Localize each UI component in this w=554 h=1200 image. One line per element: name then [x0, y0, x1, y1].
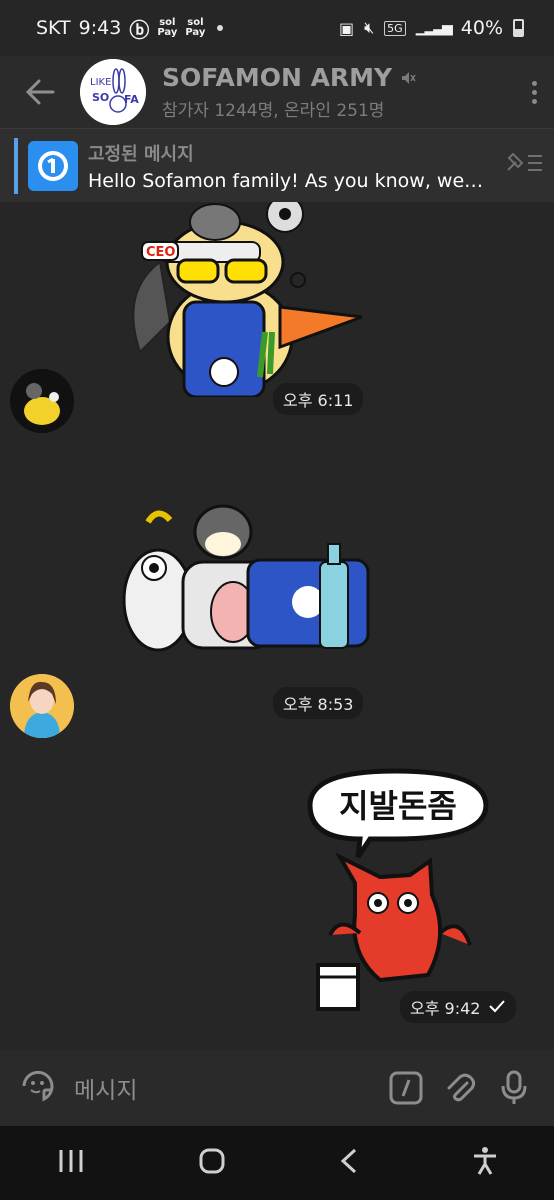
paperclip-icon[interactable] [440, 1068, 480, 1108]
pinned-message-text: Hello Sofamon family! As you know, we’… [88, 169, 488, 192]
battery-saver-icon: ▣ [338, 18, 355, 38]
pinned-message-bar[interactable]: 고정된 메시지 Hello Sofamon family! As you kno… [0, 128, 554, 202]
sender-avatar[interactable] [10, 674, 74, 738]
status-bar: SKT 9:43 ⓑ sol Pay sol Pay ▣ 🔇︎ 5G ▁▂▃▅ 40… [0, 0, 554, 56]
sol-pay-icon-a: sol Pay [157, 17, 178, 38]
message-composer: 메시지 [0, 1050, 554, 1126]
sticker-red-devil[interactable]: 지발돈좀 [300, 765, 495, 1015]
read-check-icon [488, 998, 506, 1017]
accessibility-icon[interactable] [472, 1146, 498, 1180]
pinned-label: 고정된 메시지 [88, 143, 194, 165]
signal-icon: ▁▂▃▅ [415, 20, 453, 36]
b-app-icon: ⓑ [129, 17, 150, 42]
network-label: 5G [384, 20, 406, 36]
svg-text:CEO: CEO [146, 245, 175, 260]
sol-pay-icon-b: sol Pay [185, 17, 206, 38]
silent-icon: 🔇︎ [364, 18, 375, 37]
sticker-ceo-bunny[interactable]: CEO [100, 195, 370, 399]
notification-dot-icon [217, 25, 224, 31]
battery-percent: 40% [460, 17, 503, 39]
sender-avatar[interactable] [10, 369, 74, 433]
carrier-label: SKT [36, 17, 71, 39]
pinned-accent-bar [14, 137, 18, 194]
clock: 9:43 [78, 17, 122, 39]
message-time-outgoing: 오후 9:42 [400, 991, 517, 1023]
back-arrow-icon[interactable] [0, 79, 80, 105]
mute-icon [400, 63, 416, 92]
chat-subtitle: 참가자 1244명, 온라인 251명 [162, 101, 385, 121]
message-input[interactable]: 메시지 [74, 1071, 372, 1105]
message-time: 오후 8:53 [273, 687, 364, 719]
battery-icon [513, 19, 524, 37]
svg-text:LIKE: LIKE [90, 77, 111, 88]
more-vertical-icon[interactable] [514, 80, 554, 104]
microphone-icon[interactable] [494, 1068, 534, 1108]
system-navigation-bar [0, 1126, 554, 1200]
command-icon[interactable] [386, 1068, 426, 1108]
chat-title[interactable]: SOFAMON ARMY [162, 63, 392, 92]
chat-header: LIKE SO FA SOFAMON ARMY 참가자 1244명, 온라인 2… [0, 56, 554, 128]
svg-text:SO: SO [92, 91, 109, 104]
message-time: 오후 6:11 [273, 383, 364, 415]
home-icon[interactable] [198, 1147, 226, 1179]
recents-icon[interactable] [57, 1148, 85, 1178]
group-avatar[interactable]: LIKE SO FA [80, 59, 146, 125]
pin-list-icon[interactable] [494, 150, 554, 182]
sticker-mascots-group[interactable] [108, 502, 370, 654]
sticker-icon[interactable] [20, 1068, 56, 1108]
message-time: 오후 9:42 [410, 999, 481, 1018]
pinned-thumbnail [28, 140, 78, 191]
nav-back-icon[interactable] [339, 1147, 359, 1179]
svg-text:지발돈좀: 지발돈좀 [339, 787, 457, 825]
